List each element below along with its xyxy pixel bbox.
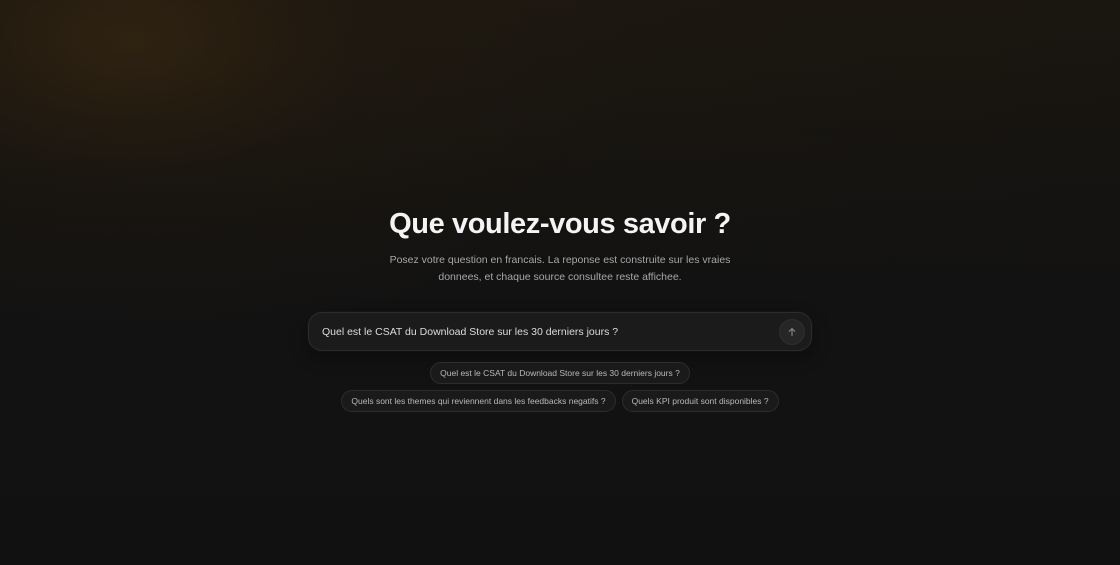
page-subtitle: Posez votre question en francais. La rep… bbox=[389, 254, 731, 283]
question-input[interactable] bbox=[322, 325, 779, 338]
suggestion-row-2: Quels sont les themes qui reviennent dan… bbox=[341, 390, 779, 412]
suggestion-chip-kpi[interactable]: Quels KPI produit sont disponibles ? bbox=[621, 390, 779, 412]
page-title: Que voulez-vous savoir ? bbox=[389, 208, 731, 240]
suggestion-chip-themes[interactable]: Quels sont les themes qui reviennent dan… bbox=[341, 390, 616, 412]
send-button[interactable] bbox=[779, 318, 805, 345]
suggestion-row-1: Quel est le CSAT du Download Store sur l… bbox=[430, 362, 690, 384]
arrow-up-icon bbox=[787, 327, 797, 337]
suggestion-list: Quel est le CSAT du Download Store sur l… bbox=[341, 362, 779, 412]
suggestion-chip-csat[interactable]: Quel est le CSAT du Download Store sur l… bbox=[430, 362, 690, 384]
hero-section: Que voulez-vous savoir ? Posez votre que… bbox=[0, 205, 1120, 412]
question-box[interactable] bbox=[308, 312, 812, 351]
